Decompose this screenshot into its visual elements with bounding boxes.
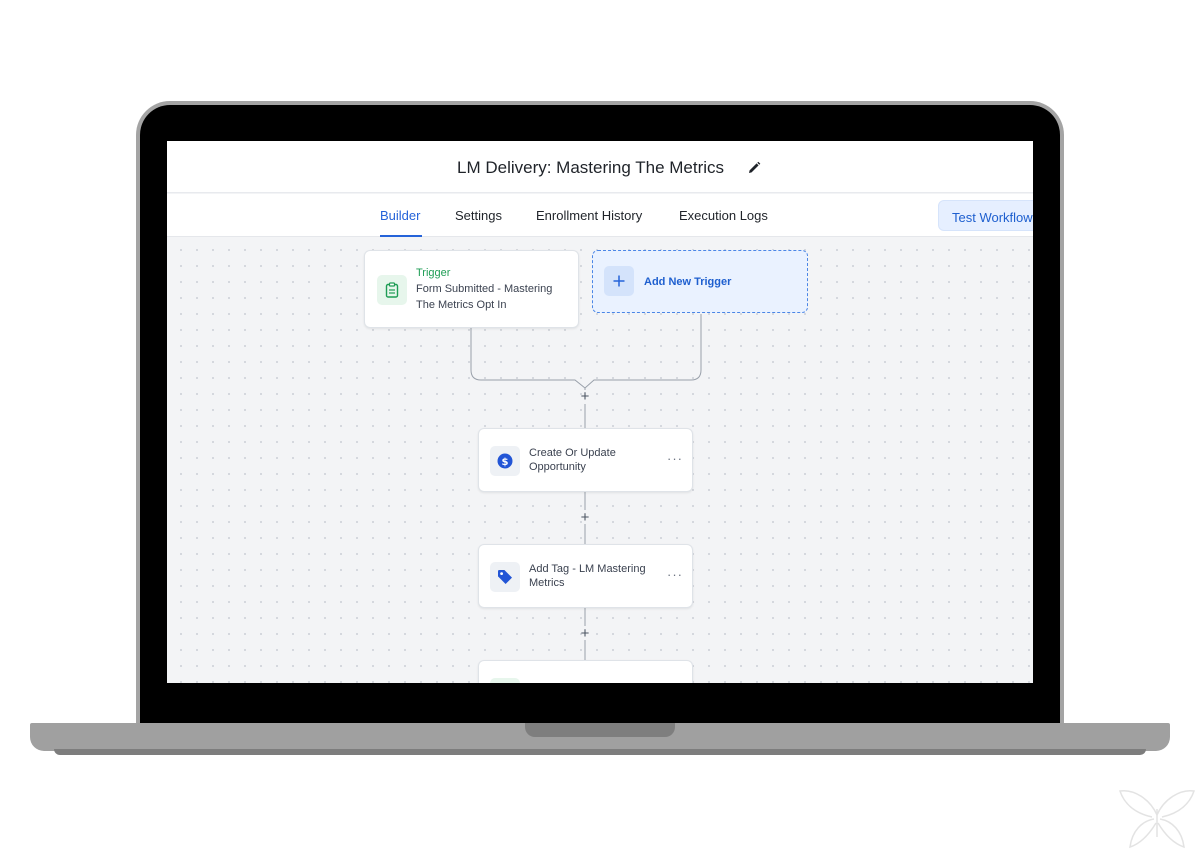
action-card-create-opportunity[interactable]: $ Create Or Update Opportunity ··· xyxy=(478,428,693,492)
workflow-canvas[interactable]: Trigger Form Submitted - Mastering The M… xyxy=(167,238,1033,683)
title-bar: LM Delivery: Mastering The Metrics xyxy=(167,141,1033,193)
more-options-icon[interactable]: ··· xyxy=(667,567,683,582)
test-workflow-button[interactable]: Test Workflow xyxy=(938,200,1033,231)
laptop-notch xyxy=(525,723,675,737)
add-new-trigger-card[interactable]: Add New Trigger xyxy=(592,250,808,313)
trigger-card[interactable]: Trigger Form Submitted - Mastering The M… xyxy=(364,250,579,328)
tag-icon xyxy=(490,562,520,592)
laptop-base-edge xyxy=(54,749,1146,755)
more-options-icon[interactable]: ··· xyxy=(667,451,683,466)
tab-execution-logs[interactable]: Execution Logs xyxy=(679,208,768,223)
action-title-line2: Metrics xyxy=(529,577,565,589)
action-card-add-tag[interactable]: Add Tag - LM Mastering Metrics ··· xyxy=(478,544,693,608)
trigger-description-line1: Form Submitted - Mastering xyxy=(416,283,553,295)
action-card-partial[interactable] xyxy=(478,660,693,683)
add-step-button[interactable]: + xyxy=(578,510,592,525)
tab-enrollment-history[interactable]: Enrollment History xyxy=(536,208,642,223)
add-step-button[interactable]: + xyxy=(578,626,592,641)
action-title-line2: Opportunity xyxy=(529,461,586,473)
trigger-heading: Trigger xyxy=(416,267,451,279)
trigger-description-line2: The Metrics Opt In xyxy=(416,299,507,311)
add-step-button[interactable]: + xyxy=(578,389,592,404)
butterfly-logo-icon xyxy=(1119,790,1195,849)
tab-builder[interactable]: Builder xyxy=(380,208,420,223)
pencil-icon[interactable] xyxy=(747,161,761,175)
dollar-icon: $ xyxy=(490,446,520,476)
clipboard-icon xyxy=(377,275,407,305)
app-screen: LM Delivery: Mastering The Metrics Build… xyxy=(167,141,1033,683)
plus-icon xyxy=(604,266,634,296)
svg-text:$: $ xyxy=(502,457,509,468)
workflow-title: LM Delivery: Mastering The Metrics xyxy=(457,158,725,177)
tab-settings[interactable]: Settings xyxy=(455,208,502,223)
step-icon xyxy=(490,678,520,683)
tab-bar: Builder Settings Enrollment History Exec… xyxy=(167,194,1033,237)
page: LM Delivery: Mastering The Metrics Build… xyxy=(0,0,1200,857)
add-new-trigger-label: Add New Trigger xyxy=(644,276,732,288)
active-tab-indicator xyxy=(380,235,422,237)
